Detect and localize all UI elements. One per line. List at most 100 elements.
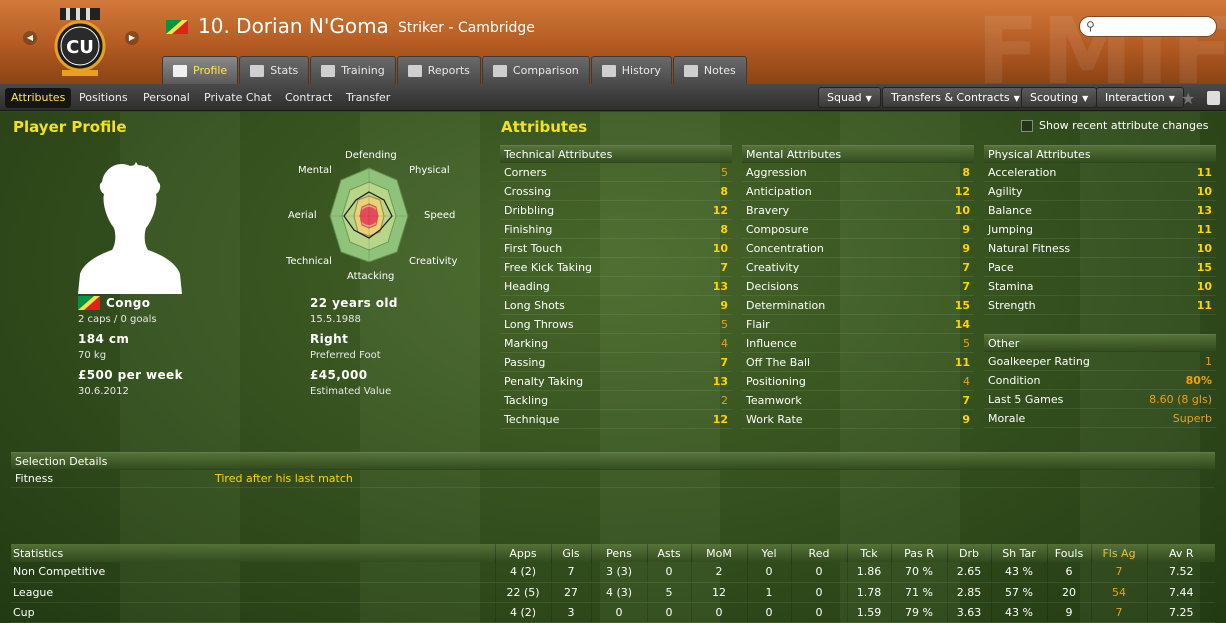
stats-cell: 3 — [550, 602, 591, 623]
attribute-row[interactable]: Condition 80% — [984, 371, 1216, 390]
attribute-row[interactable]: Pace 15 — [984, 258, 1216, 277]
attribute-row[interactable]: Free Kick Taking 7 — [500, 258, 732, 277]
notepad-icon[interactable] — [1207, 91, 1220, 105]
player-silhouette-icon — [78, 162, 182, 294]
attribute-row[interactable]: Aggression 8 — [742, 163, 974, 182]
attribute-row[interactable]: Off The Ball 11 — [742, 353, 974, 372]
scouting-menu[interactable]: Scouting ▼ — [1021, 87, 1098, 108]
stats-header-tck[interactable]: Tck — [846, 544, 891, 562]
subtab-transfer[interactable]: Transfer — [340, 88, 396, 108]
back-arrow-icon[interactable]: ◀ — [23, 31, 37, 45]
nationality[interactable]: Congo — [106, 296, 150, 310]
attribute-row[interactable]: Bravery 10 — [742, 201, 974, 220]
subtab-private-chat[interactable]: Private Chat — [198, 88, 278, 108]
subtab-contract[interactable]: Contract — [279, 88, 338, 108]
attribute-row[interactable]: Long Shots 9 — [500, 296, 732, 315]
physical-attributes-panel: Physical Attributes Acceleration 11 Agilit… — [984, 145, 1216, 315]
subtab-positions[interactable]: Positions — [73, 88, 134, 108]
club-badge-icon[interactable]: CU — [52, 6, 108, 78]
attribute-row[interactable]: Jumping 11 — [984, 220, 1216, 239]
attribute-name: Off The Ball — [746, 356, 811, 369]
squad-menu[interactable]: Squad ▼ — [818, 87, 881, 108]
search-input[interactable]: ⚲ — [1079, 16, 1217, 37]
stats-header-statistics[interactable]: Statistics — [11, 544, 495, 562]
attribute-row[interactable]: Composure 9 — [742, 220, 974, 239]
player-profile-title: Player Profile — [13, 118, 127, 136]
stats-header-fouls[interactable]: Fouls — [1046, 544, 1091, 562]
tab-notes[interactable]: Notes — [672, 56, 747, 84]
tab-profile[interactable]: Profile — [162, 56, 239, 84]
mental-attributes-header: Mental Attributes — [742, 145, 974, 163]
tab-comparison[interactable]: Comparison — [481, 56, 590, 84]
interaction-menu[interactable]: Interaction ▼ — [1096, 87, 1184, 108]
attribute-row[interactable]: Finishing 8 — [500, 220, 732, 239]
star-icon[interactable]: ★ — [1181, 89, 1195, 108]
stats-cell: 4 (2) — [494, 602, 551, 623]
attribute-row[interactable]: Acceleration 11 — [984, 163, 1216, 182]
attribute-row[interactable]: Crossing 8 — [500, 182, 732, 201]
attribute-name: Heading — [504, 280, 550, 293]
radar-label-attacking: Attacking — [347, 271, 395, 282]
stats-header-drb[interactable]: Drb — [946, 544, 991, 562]
stats-header-pens[interactable]: Pens — [590, 544, 647, 562]
subtab-personal[interactable]: Personal — [137, 88, 196, 108]
stats-header-av-r[interactable]: Av R — [1146, 544, 1215, 562]
attribute-row[interactable]: Balance 13 — [984, 201, 1216, 220]
tab-training[interactable]: Training — [310, 56, 396, 84]
attribute-row[interactable]: Creativity 7 — [742, 258, 974, 277]
radar-label-mental: Mental — [298, 165, 332, 176]
attribute-row[interactable]: Decisions 7 — [742, 277, 974, 296]
attribute-row[interactable]: Natural Fitness 10 — [984, 239, 1216, 258]
transfers-contracts-menu[interactable]: Transfers & Contracts ▼ — [882, 87, 1029, 108]
stats-header-gls[interactable]: Gls — [550, 544, 591, 562]
attribute-row[interactable]: Positioning 4 — [742, 372, 974, 391]
subtab-attributes[interactable]: Attributes — [5, 88, 72, 108]
attribute-row[interactable]: Work Rate 9 — [742, 410, 974, 429]
attribute-row[interactable]: Penalty Taking 13 — [500, 372, 732, 391]
training-icon — [321, 64, 336, 77]
attribute-row[interactable]: Morale Superb — [984, 409, 1216, 428]
attribute-row[interactable]: Teamwork 7 — [742, 391, 974, 410]
recent-changes-toggle[interactable]: Show recent attribute changes — [1021, 119, 1209, 132]
attribute-row[interactable]: Corners 5 — [500, 163, 732, 182]
attribute-row[interactable]: Stamina 10 — [984, 277, 1216, 296]
attribute-row[interactable]: Heading 13 — [500, 277, 732, 296]
attribute-row[interactable]: Agility 10 — [984, 182, 1216, 201]
attribute-row[interactable]: Passing 7 — [500, 353, 732, 372]
selection-details-panel: Selection Details Fitness Tired after hi… — [11, 452, 1215, 488]
checkbox-icon[interactable] — [1021, 119, 1033, 132]
attribute-row[interactable]: Anticipation 12 — [742, 182, 974, 201]
attribute-row[interactable]: Goalkeeper Rating 1 — [984, 352, 1216, 371]
attribute-row[interactable]: Last 5 Games 8.60 (8 gls) — [984, 390, 1216, 409]
stats-header-yel[interactable]: Yel — [746, 544, 791, 562]
attribute-row[interactable]: Flair 14 — [742, 315, 974, 334]
stats-header-asts[interactable]: Asts — [646, 544, 691, 562]
attribute-row[interactable]: Technique 12 — [500, 410, 732, 429]
attribute-row[interactable]: Strength 11 — [984, 296, 1216, 315]
header-bar: FMIF ◀ ▶ CU 10. Dorian N'Goma Striker - … — [0, 0, 1226, 84]
stats-header-sh-tar[interactable]: Sh Tar — [990, 544, 1047, 562]
stats-cell: 4 (3) — [590, 582, 647, 603]
tab-reports[interactable]: Reports — [396, 56, 481, 84]
attribute-row[interactable]: Determination 15 — [742, 296, 974, 315]
stats-header-pas-r[interactable]: Pas R — [890, 544, 947, 562]
attribute-row[interactable]: Tackling 2 — [500, 391, 732, 410]
stats-header-mom[interactable]: MoM — [690, 544, 747, 562]
stats-cell: 5 — [646, 582, 691, 603]
tab-stats[interactable]: Stats — [239, 56, 310, 84]
attribute-row[interactable]: Concentration 9 — [742, 239, 974, 258]
forward-arrow-icon[interactable]: ▶ — [125, 31, 139, 45]
tab-history[interactable]: History — [590, 56, 672, 84]
attribute-row[interactable]: Marking 4 — [500, 334, 732, 353]
attribute-row[interactable]: Influence 5 — [742, 334, 974, 353]
attribute-name: Jumping — [988, 223, 1033, 236]
stats-cell: 0 — [790, 582, 847, 603]
stats-header-red[interactable]: Red — [790, 544, 847, 562]
stats-header-apps[interactable]: Apps — [494, 544, 551, 562]
attribute-row[interactable]: Long Throws 5 — [500, 315, 732, 334]
attribute-row[interactable]: First Touch 10 — [500, 239, 732, 258]
attribute-row[interactable]: Dribbling 12 — [500, 201, 732, 220]
stats-cell: Non Competitive — [11, 562, 495, 583]
stats-header-fls-ag[interactable]: Fls Ag — [1090, 544, 1147, 562]
attribute-name: Dribbling — [504, 204, 555, 217]
